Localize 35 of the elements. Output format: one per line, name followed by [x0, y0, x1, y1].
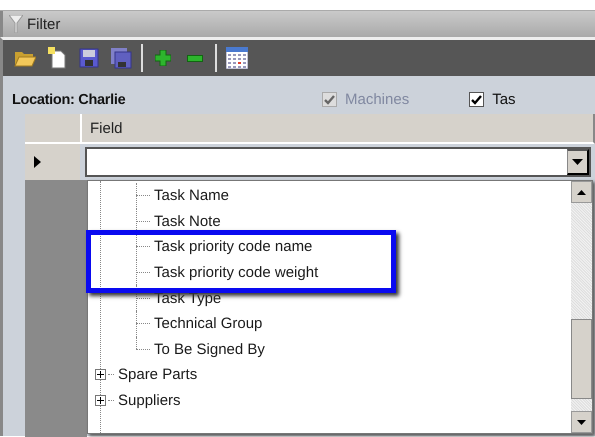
scrollbar-thumb[interactable] [571, 319, 592, 399]
tree-item[interactable]: Task Note [154, 212, 221, 230]
checkbox-label: Machines [345, 91, 410, 108]
scroll-down-button[interactable] [571, 411, 592, 433]
calendar-icon [226, 47, 248, 69]
floppy-disks-icon [110, 47, 132, 69]
location-label: Location: Charlie [12, 92, 126, 108]
toolbar-button[interactable] [225, 46, 249, 70]
expand-icon[interactable] [95, 395, 106, 406]
caret-up-icon [577, 190, 586, 194]
field-dropdown[interactable] [85, 147, 591, 177]
tree-item[interactable]: To Be Signed By [154, 340, 265, 358]
current-row-icon [34, 156, 41, 168]
expand-icon[interactable] [95, 369, 106, 380]
plus-icon [155, 50, 171, 66]
tree-item[interactable]: Task priority code name [154, 238, 312, 256]
tree-item[interactable]: Task Name [154, 187, 230, 204]
toolbar-button[interactable] [109, 46, 133, 70]
window-title: Filter [27, 16, 60, 32]
tree-item[interactable]: Technical Group [154, 315, 262, 332]
scroll-up-button[interactable] [571, 181, 592, 203]
checkbox-label: Tas [492, 91, 516, 108]
new-document-icon [48, 47, 66, 69]
caret-down-icon [572, 159, 583, 165]
folder-icon [14, 49, 36, 67]
checkbox[interactable] [469, 92, 484, 107]
toolbar-button[interactable] [77, 46, 101, 70]
tree-item[interactable]: Spare Parts [118, 366, 198, 384]
caret-down-icon [577, 420, 586, 424]
column-header[interactable]: Field [82, 114, 595, 144]
tree-item[interactable]: Task priority code weight [154, 264, 318, 282]
minus-icon [187, 54, 203, 62]
dropdown-arrow-button[interactable] [567, 149, 589, 175]
tree-item[interactable]: Suppliers [118, 392, 181, 410]
funnel-icon [9, 15, 23, 33]
